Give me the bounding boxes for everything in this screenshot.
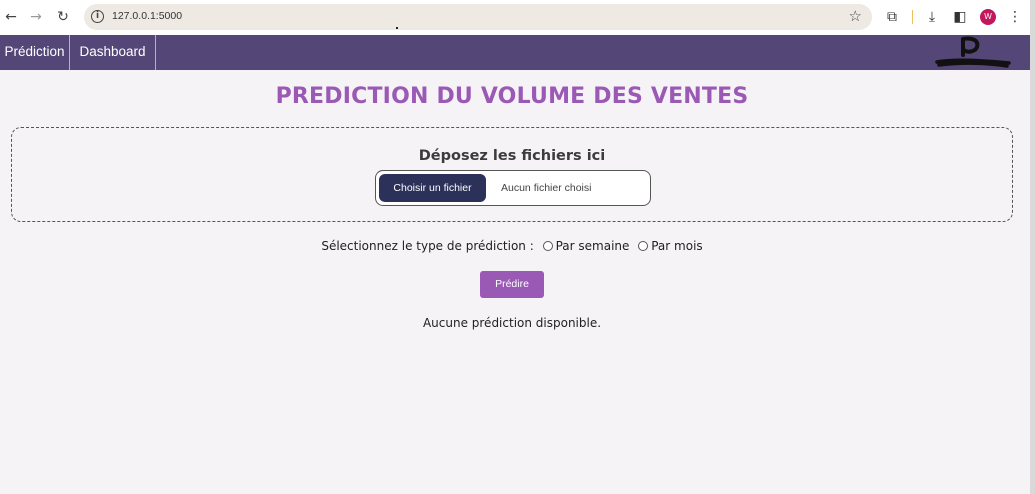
scrollbar-gutter	[1030, 0, 1035, 494]
radio-monthly[interactable]	[638, 241, 649, 251]
browser-toolbar: ← → ↻ i 127.0.0.1:5000 ☆ ⧉ ⤓ ◧ W ⋮	[0, 0, 1035, 35]
radio-weekly-label[interactable]: Par semaine	[556, 239, 630, 253]
redaction-scribble	[935, 36, 1011, 68]
choose-file-button[interactable]: Choisir un fichier	[379, 174, 486, 202]
app-navbar: Prédiction Dashboard	[0, 35, 1030, 70]
prediction-type-label: Sélectionnez le type de prédiction :	[321, 239, 534, 253]
reload-icon[interactable]: ↻	[54, 8, 72, 26]
kebab-menu-icon[interactable]: ⋮	[1006, 8, 1024, 26]
back-arrow-icon[interactable]: ←	[2, 8, 20, 26]
prediction-result-text: Aucune prédiction disponible.	[422, 316, 602, 330]
extensions-icon[interactable]: ⧉	[883, 8, 901, 26]
artifact-dot	[396, 27, 398, 29]
profile-avatar[interactable]: W	[980, 9, 996, 25]
file-input[interactable]: Choisir un fichier Aucun fichier choisi	[375, 170, 651, 206]
file-dropzone[interactable]: Déposez les fichiers ici Choisir un fich…	[11, 127, 1013, 222]
predict-button[interactable]: Prédire	[480, 271, 544, 298]
page-title: PREDICTION DU VOLUME DES VENTES	[275, 84, 749, 109]
address-bar[interactable]: i 127.0.0.1:5000 ☆	[84, 4, 872, 30]
toolbar-divider	[912, 10, 913, 24]
dropzone-title: Déposez les fichiers ici	[418, 148, 606, 164]
site-info-icon[interactable]: i	[91, 10, 104, 23]
url-text[interactable]: 127.0.0.1:5000	[112, 10, 182, 22]
forward-arrow-icon[interactable]: →	[27, 8, 45, 26]
star-icon[interactable]: ☆	[849, 7, 862, 25]
file-status-text: Aucun fichier choisi	[501, 182, 592, 194]
nav-link-dashboard[interactable]: Dashboard	[70, 35, 156, 70]
radio-monthly-label[interactable]: Par mois	[651, 239, 702, 253]
download-icon[interactable]: ⤓	[923, 8, 941, 26]
side-panel-icon[interactable]: ◧	[951, 8, 969, 26]
nav-link-prediction[interactable]: Prédiction	[0, 35, 70, 70]
prediction-type-row: Sélectionnez le type de prédiction : Par…	[0, 239, 1024, 253]
radio-weekly[interactable]	[542, 241, 553, 251]
